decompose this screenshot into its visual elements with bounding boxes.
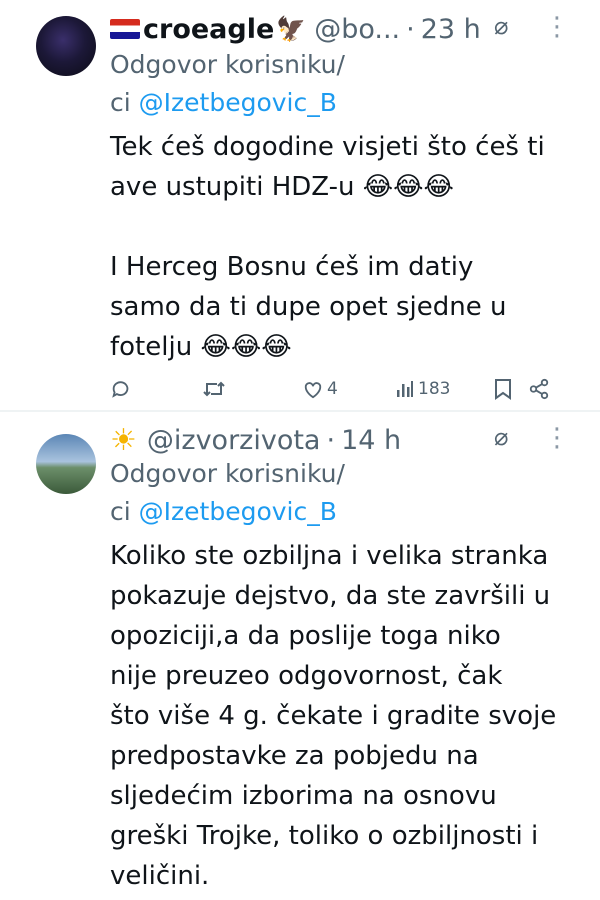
grok-icon[interactable]: ⌀ (494, 12, 508, 40)
view-count: 183 (418, 379, 451, 399)
tweet-line: fotelju 😂😂😂 (110, 332, 292, 362)
reply-context: Odgovor korisniku/ ci @Izetbegovic_B (110, 455, 580, 531)
croatia-flag-icon (110, 19, 140, 39)
tweet-line: što više 4 g. čekate i gradite svoje (110, 701, 557, 731)
bookmark-icon (495, 379, 511, 400)
reply-prefix2: ci (110, 88, 131, 117)
tweet-line: Koliko ste ozbiljna i velika stranka (110, 541, 549, 571)
grok-icon[interactable]: ⌀ (494, 423, 508, 451)
bookmark-button[interactable] (494, 372, 512, 406)
reply-prefix: Odgovor korisniku/ (110, 459, 345, 488)
separator: · (406, 13, 415, 45)
tweet-line: I Herceg Bosnu ćeš im datiy (110, 252, 474, 282)
display-name[interactable]: croeagle (143, 14, 274, 45)
retweet-icon (203, 381, 225, 397)
tweet-text: Koliko ste ozbiljna i velika stranka pok… (110, 536, 580, 896)
tweet-line: Tek ćeš dogodine visjeti što ćeš ti (110, 132, 545, 162)
tweet[interactable]: croeagle 🦅 @bo... · 23 h ⌀ ⋮ Odgovor kor… (0, 0, 600, 410)
tweet-line: pokazuje dejstvo, da ste završili u (110, 581, 551, 611)
more-icon[interactable]: ⋮ (544, 423, 570, 453)
tweet-line: sljedećim izborima na osnovu (110, 781, 497, 811)
share-button[interactable] (528, 372, 550, 406)
reply-mention[interactable]: @Izetbegovic_B (139, 88, 337, 117)
like-count: 4 (327, 379, 338, 399)
more-icon[interactable]: ⋮ (544, 12, 570, 42)
tweet-line: ave ustupiti HDZ-u 😂😂😂 (110, 172, 454, 202)
reply-prefix2: ci (110, 497, 131, 526)
share-icon (529, 378, 549, 400)
reply-mention[interactable]: @Izetbegovic_B (139, 497, 337, 526)
tweet-line: predpostavke za pobjedu na (110, 741, 479, 771)
tweet-line: veličini. (110, 861, 210, 891)
reply-button[interactable] (110, 372, 132, 406)
eagle-icon: 🦅 (276, 15, 307, 43)
tweet-line: samo da ti dupe opet sjedne u (110, 292, 507, 322)
timestamp[interactable]: 14 h (341, 425, 401, 456)
action-bar: 4 183 (110, 372, 570, 406)
tweet-header: croeagle 🦅 @bo... · 23 h (110, 8, 481, 50)
reply-prefix: Odgovor korisniku/ (110, 50, 345, 79)
views-icon (397, 381, 413, 397)
tweet-line: greški Trojke, toliko o ozbiljnosti i (110, 821, 539, 851)
separator: · (326, 424, 336, 456)
handle[interactable]: @bo... (314, 14, 400, 45)
tweet-line: opoziciji,a da poslije toga niko (110, 621, 501, 651)
sun-icon: ☀ (110, 422, 137, 458)
tweet-line: nije preuzeo odgovornost, čak (110, 661, 503, 691)
tweet-text: Tek ćeš dogodine visjeti što ćeš ti ave … (110, 127, 580, 367)
avatar[interactable] (36, 16, 96, 76)
like-icon (304, 382, 322, 399)
handle[interactable]: @izvorzivota (147, 425, 321, 456)
timestamp[interactable]: 23 h (421, 14, 481, 45)
retweet-button[interactable] (202, 372, 226, 406)
like-button[interactable]: 4 (302, 372, 338, 406)
reply-icon (112, 381, 129, 398)
avatar[interactable] (36, 434, 96, 494)
views-button[interactable]: 183 (396, 372, 450, 406)
reply-context: Odgovor korisniku/ ci @Izetbegovic_B (110, 46, 580, 122)
